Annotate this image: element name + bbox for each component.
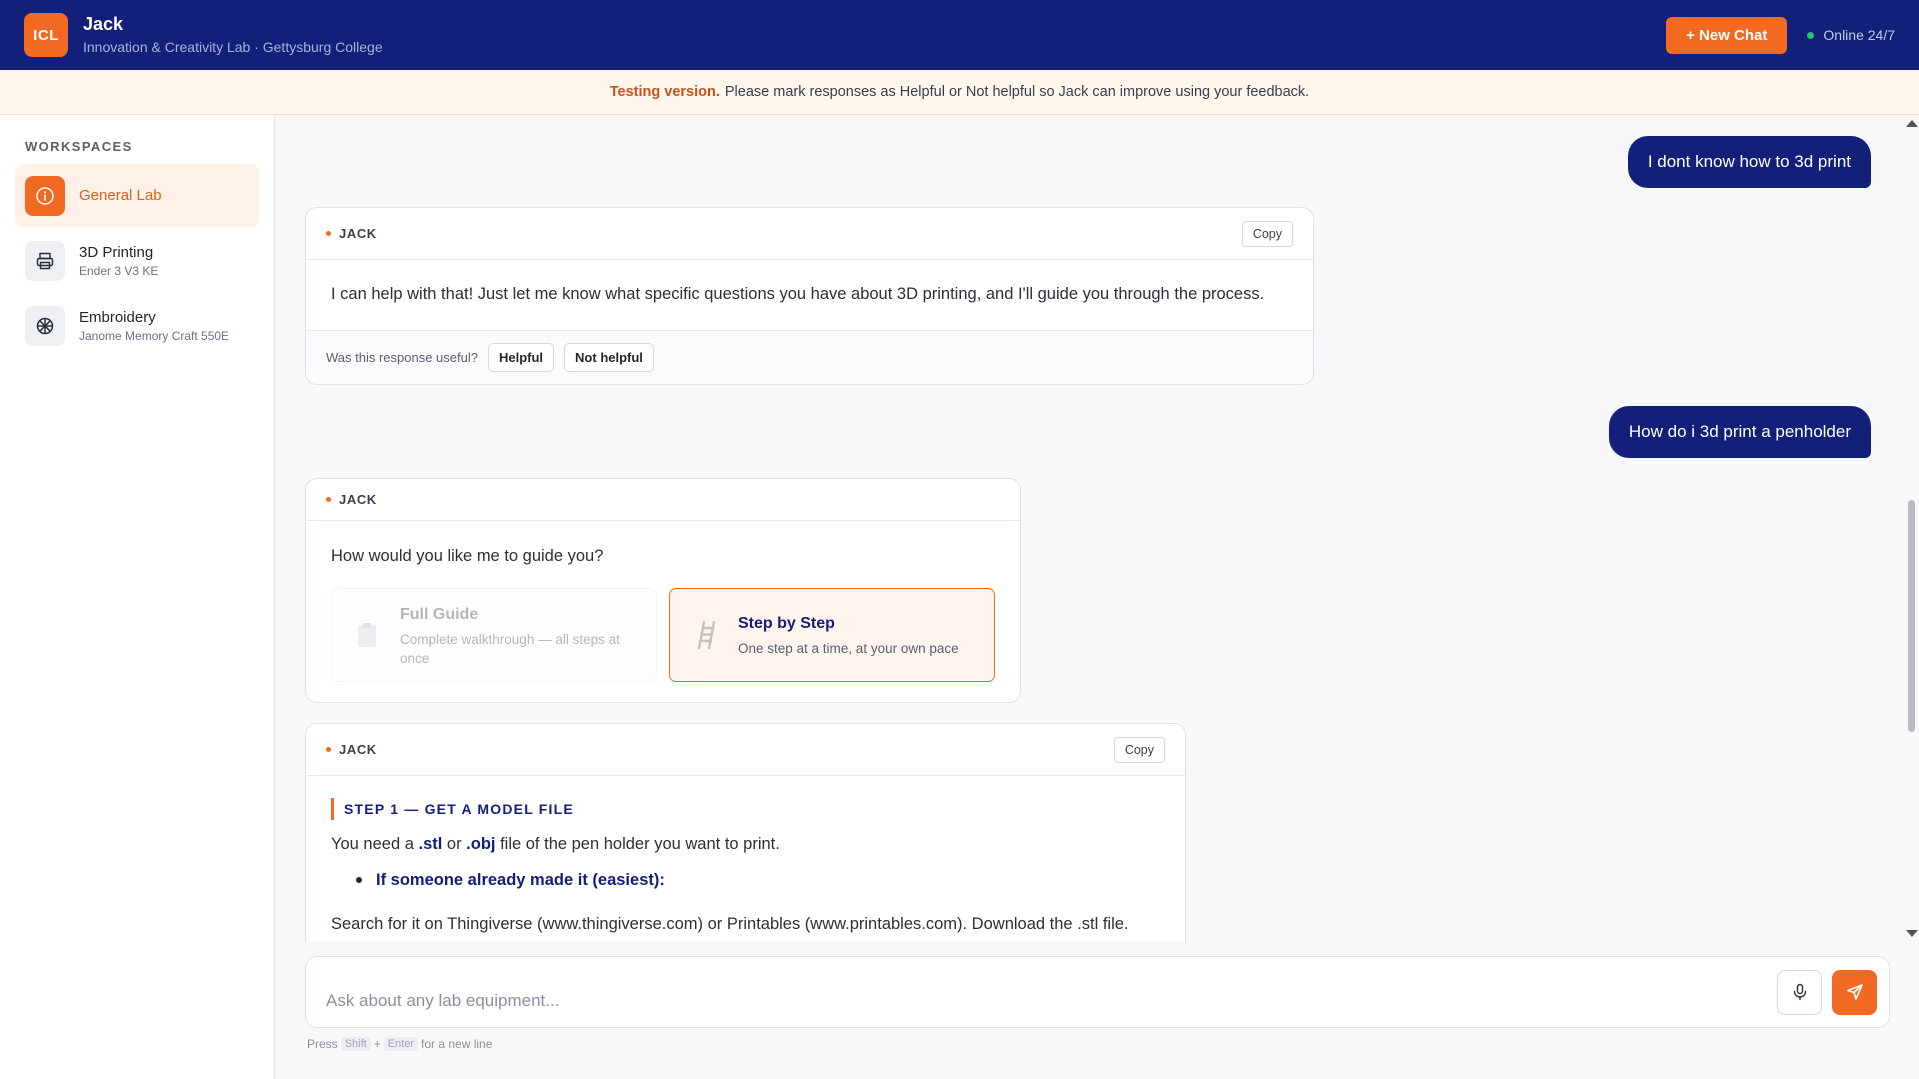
text-run: or (442, 835, 467, 853)
composer-hint: Press Shift + Enter for a new line (307, 1037, 492, 1051)
mic-button[interactable] (1777, 969, 1822, 1015)
choice-desc: Complete walkthrough — all steps at once (400, 631, 620, 666)
guide-question: How would you like me to guide you? (331, 547, 604, 565)
sidebar-item-sub: Ender 3 V3 KE (79, 263, 159, 278)
bot-message: JACK Copy STEP 1 — GET A MODEL FILE You … (305, 723, 1186, 942)
banner-bold: Testing version. (609, 84, 720, 100)
clipboard-icon (352, 621, 382, 649)
sidebar-item-sub: Janome Memory Craft 550E (79, 328, 230, 343)
step-paragraph: Search for it on Thingiverse (www.thingi… (331, 915, 1129, 933)
obj-term: .obj (466, 835, 496, 853)
chat-scrollbar[interactable] (1904, 115, 1919, 942)
choice-title: Step by Step (738, 615, 835, 632)
sidebar-item-3d-printing[interactable]: 3D Printing Ender 3 V3 KE (15, 229, 259, 292)
guide-choices: Full Guide Complete walkthrough — all st… (331, 588, 995, 682)
user-message: I dont know how to 3d print (1627, 136, 1871, 188)
not-helpful-button[interactable]: Not helpful (564, 343, 654, 372)
hint-text: Press (307, 1037, 338, 1051)
text-run: You need a (331, 835, 419, 853)
message-body: How would you like me to guide you? Full… (306, 521, 1020, 702)
sender-dot-icon (326, 747, 331, 752)
sidebar-item-general-lab[interactable]: General Lab (15, 164, 259, 227)
info-icon (25, 175, 65, 216)
copy-button[interactable]: Copy (1113, 736, 1165, 763)
scroll-down-icon[interactable] (1906, 930, 1918, 937)
printer-icon (25, 240, 65, 281)
ladder-icon (690, 620, 720, 650)
choice-desc: One step at a time, at your own pace (738, 641, 959, 656)
testing-banner: Testing version. Please mark responses a… (0, 70, 1919, 115)
sidebar-item-label: 3D Printing (79, 243, 154, 261)
shift-key: Shift (340, 1037, 371, 1051)
sender-dot-icon (326, 231, 331, 236)
sender-label: JACK (339, 226, 377, 241)
status-text: Online 24/7 (1823, 27, 1895, 43)
text-run: file of the pen holder you want to print… (495, 835, 780, 853)
step-bullet: If someone already made it (easiest): (356, 868, 1160, 892)
banner-text: Please mark responses as Helpful or Not … (724, 84, 1310, 100)
online-dot-icon (1807, 31, 1815, 39)
choice-title: Full Guide (400, 605, 479, 623)
message-header: JACK Copy (306, 724, 1185, 776)
helpful-button[interactable]: Helpful (487, 343, 555, 372)
step-paragraph: You need a .stl or .obj file of the pen … (331, 832, 1160, 856)
scroll-up-icon[interactable] (1906, 120, 1918, 127)
enter-key: Enter (383, 1037, 419, 1051)
message-body: STEP 1 — GET A MODEL FILE You need a .st… (306, 776, 1185, 942)
online-status: Online 24/7 (1807, 27, 1895, 43)
sender-dot-icon (326, 497, 331, 502)
message-input[interactable] (326, 991, 1777, 1011)
workspaces-heading: WORKSPACES (25, 139, 133, 154)
send-icon (1846, 984, 1863, 1000)
feedback-prompt: Was this response useful? (326, 350, 478, 365)
header-actions: + New Chat Online 24/7 (1666, 16, 1895, 54)
message-header: JACK (306, 479, 1020, 521)
sender-label: JACK (339, 742, 377, 757)
send-button[interactable] (1832, 969, 1877, 1015)
stl-term: .stl (418, 835, 443, 853)
sender-label: JACK (339, 492, 377, 507)
hint-plus: + (373, 1037, 381, 1051)
brand: Jack Innovation & Creativity Lab · Getty… (83, 13, 383, 57)
sidebar-item-label: Embroidery (79, 308, 156, 326)
new-chat-button[interactable]: + New Chat (1666, 16, 1788, 54)
bot-message: JACK How would you like me to guide you?… (305, 478, 1021, 703)
user-message: How do i 3d print a penholder (1608, 406, 1871, 458)
sidebar-item-embroidery[interactable]: Embroidery Janome Memory Craft 550E (15, 294, 259, 357)
bot-message: JACK Copy I can help with that! Just let… (305, 207, 1314, 385)
message-composer (305, 956, 1890, 1028)
thread-icon (25, 305, 65, 346)
full-guide-option[interactable]: Full Guide Complete walkthrough — all st… (331, 588, 657, 682)
step-by-step-option[interactable]: Step by Step One step at a time, at your… (669, 588, 995, 682)
top-bar: ICL Jack Innovation & Creativity Lab · G… (0, 0, 1919, 70)
app-title: Jack (83, 14, 124, 34)
message-text: I can help with that! Just let me know w… (331, 285, 1265, 303)
sidebar: WORKSPACES General Lab 3D Printing Ender… (0, 115, 275, 1079)
scroll-thumb[interactable] (1908, 500, 1915, 732)
copy-button[interactable]: Copy (1241, 220, 1293, 247)
app-subtitle: Innovation & Creativity Lab · Gettysburg… (83, 39, 383, 55)
chat-thread[interactable]: I dont know how to 3d print JACK Copy I … (276, 115, 1919, 942)
hint-text: for a new line (421, 1037, 493, 1051)
feedback-bar: Was this response useful? Helpful Not he… (306, 330, 1313, 384)
mic-icon (1793, 983, 1806, 1001)
message-header: JACK Copy (306, 208, 1313, 260)
sidebar-item-label: General Lab (79, 187, 162, 204)
logo: ICL (24, 13, 68, 57)
step-heading: STEP 1 — GET A MODEL FILE (331, 798, 1160, 820)
